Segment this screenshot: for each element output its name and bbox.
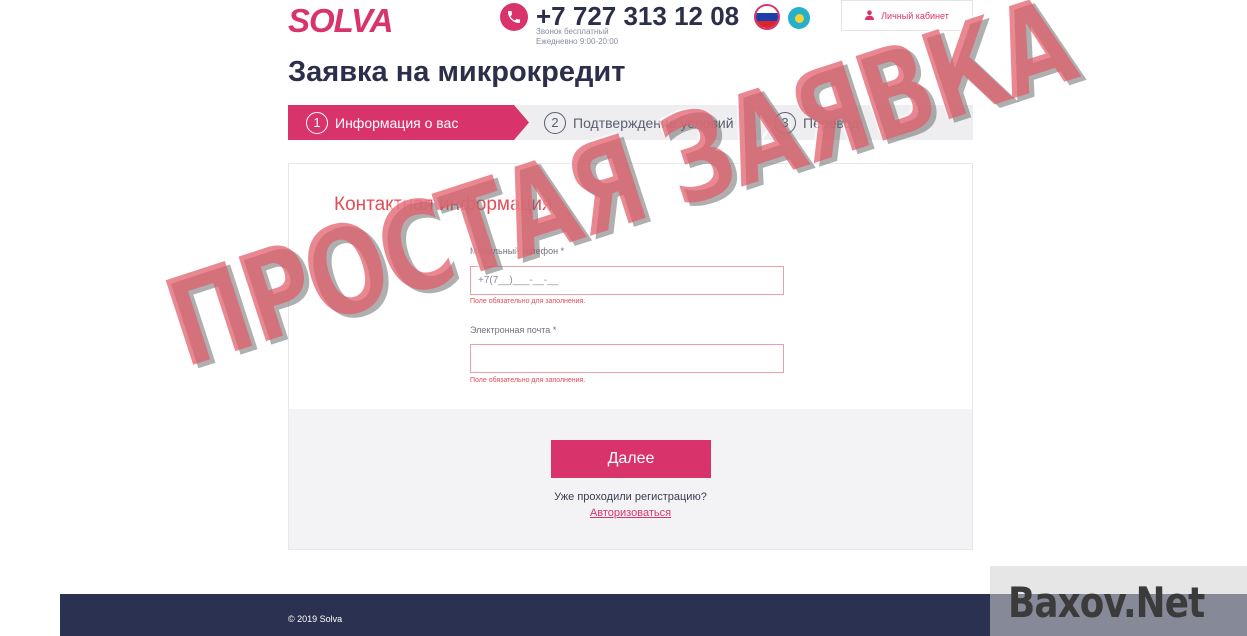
step-label: Подтверждение условий [573, 114, 734, 131]
next-button[interactable]: Далее [551, 440, 711, 478]
phone-note: Звонок бесплатный Ежедневно 9:00-20:00 [536, 27, 618, 47]
phone-field-label: Мобильный телефон * [470, 246, 565, 256]
page-title: Заявка на микрокредит [288, 56, 626, 88]
application-form: Контактная информация Мобильный телефон … [288, 163, 973, 550]
step-3: 3 Перевод [774, 105, 859, 140]
email-field-label: Электронная почта * [470, 325, 557, 335]
section-title: Контактная информация [334, 194, 553, 215]
solva-logo[interactable]: SOLVA [288, 2, 393, 40]
user-icon [865, 9, 875, 22]
form-actions-panel [289, 409, 972, 549]
progress-steps: 1 Информация о вас 2 Подтверждение услов… [288, 105, 973, 140]
header: SOLVA +7 727 313 12 08 Звонок бесплатный… [288, 0, 973, 50]
phone-note-hours: Ежедневно 9:00-20:00 [536, 37, 619, 46]
kz-flag-icon[interactable] [788, 7, 810, 29]
step-number: 3 [774, 111, 796, 134]
phone-icon [500, 3, 528, 31]
email-error: Поле обязательно для заполнения. [470, 377, 586, 384]
step-1: 1 Информация о вас [306, 105, 458, 140]
personal-cabinet-button[interactable]: Личный кабинет [841, 0, 973, 31]
email-input[interactable] [470, 344, 784, 373]
step-number: 2 [544, 111, 566, 134]
step-2: 2 Подтверждение условий [544, 105, 734, 140]
step-label: Перевод [803, 114, 860, 131]
ru-flag-icon[interactable] [754, 4, 780, 30]
watermark-background [990, 566, 1247, 636]
page: SOLVA +7 727 313 12 08 Звонок бесплатный… [0, 0, 1247, 636]
already-registered-text: Уже проходили регистрацию? [554, 491, 707, 503]
step-number: 1 [306, 111, 328, 134]
cabinet-label: Личный кабинет [881, 10, 949, 21]
phone-input[interactable] [470, 266, 784, 295]
copyright: © 2019 Solva [288, 614, 343, 624]
login-link[interactable]: Авторизоваться [289, 507, 972, 519]
step-label: Информация о вас [335, 114, 459, 131]
phone-note-free: Звонок бесплатный [536, 27, 609, 36]
phone-error: Поле обязательно для заполнения. [470, 298, 586, 305]
